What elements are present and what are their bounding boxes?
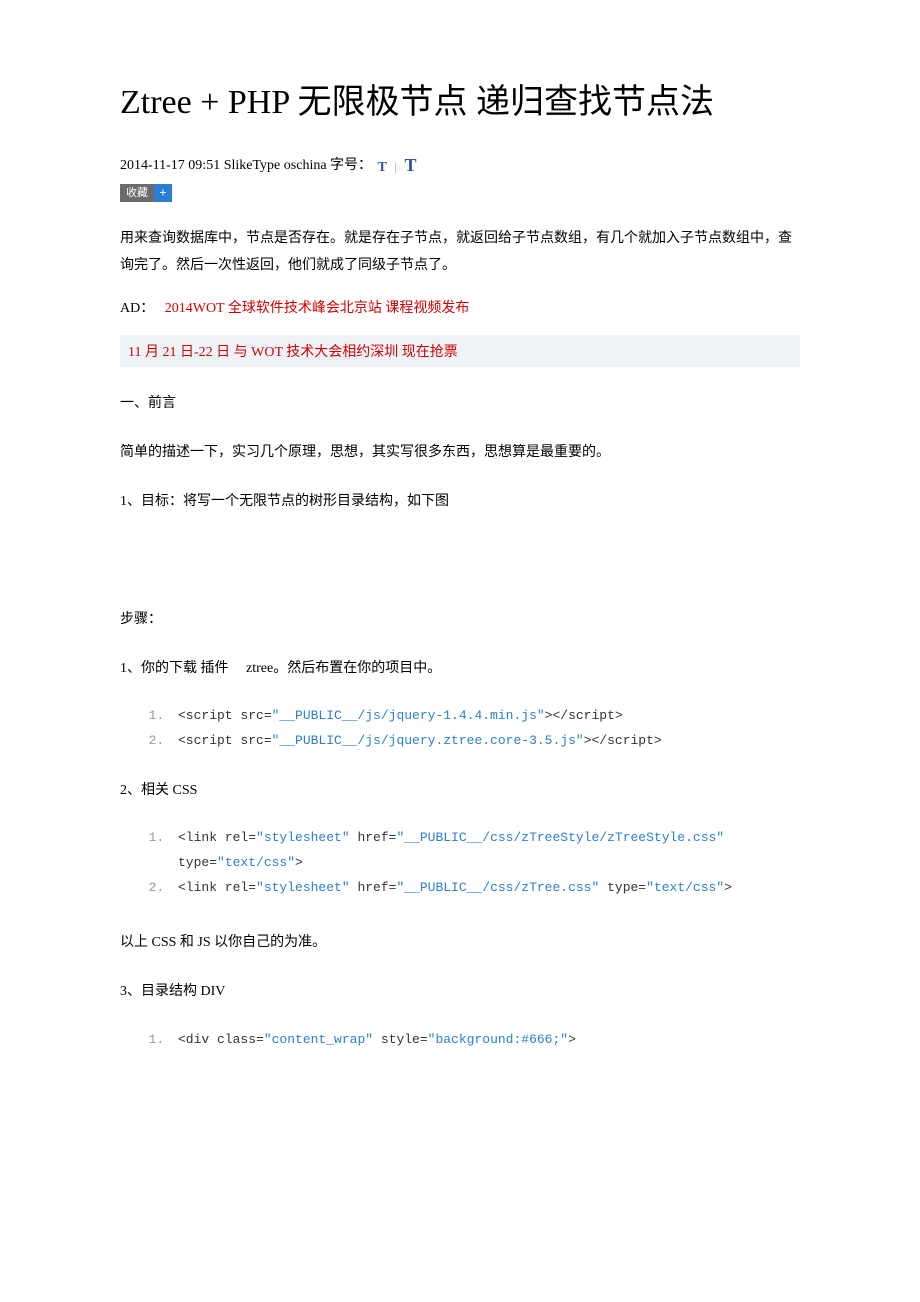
step3-intro: 3、目录结构 DIV	[120, 979, 800, 1006]
code-line: <script src="__PUBLIC__/js/jquery.ztree.…	[172, 729, 800, 754]
article-page: Ztree + PHP 无限极节点 递归查找节点法 2014-11-17 09:…	[0, 0, 920, 1302]
code-string: "stylesheet"	[256, 880, 350, 895]
code-string: "text/css"	[646, 880, 724, 895]
code-text: <div class=	[178, 1032, 264, 1047]
divider: |	[392, 159, 399, 174]
section1-para1: 简单的描述一下，实习几个原理，思想，其实写很多东西，思想算是最重要的。	[120, 440, 800, 467]
code-block-2: <link rel="stylesheet" href="__PUBLIC__/…	[120, 826, 800, 900]
code-string: "__PUBLIC__/js/jquery.ztree.core-3.5.js"	[272, 733, 584, 748]
code-text: >	[724, 880, 732, 895]
article-summary: 用来查询数据库中，节点是否存在。就是存在子节点，就返回给子节点数组，有几个就加入…	[120, 226, 800, 279]
steps-heading: 步骤：	[120, 607, 800, 634]
collect-row: 收藏 +	[120, 182, 800, 202]
step2-intro: 2、相关 CSS	[120, 778, 800, 805]
code-text: href=	[350, 880, 397, 895]
article-meta: 2014-11-17 09:51 SlikeType oschina 字号： T…	[120, 154, 800, 176]
step1-intro: 1、你的下载 插件 ztree。然后布置在你的项目中。	[120, 656, 800, 683]
image-placeholder	[120, 537, 800, 607]
code-string: "__PUBLIC__/js/jquery-1.4.4.min.js"	[272, 708, 545, 723]
code-line: <script src="__PUBLIC__/js/jquery-1.4.4.…	[172, 704, 800, 729]
ad-link[interactable]: 2014WOT 全球软件技术峰会北京站 课程视频发布	[165, 301, 470, 316]
code-string: "background:#666;"	[428, 1032, 568, 1047]
code-text: >	[568, 1032, 576, 1047]
ad-prefix: AD：	[120, 301, 154, 316]
meta-datetime: 2014-11-17 09:51	[120, 158, 220, 173]
code-string: "stylesheet"	[256, 830, 350, 845]
code-line: <div class="content_wrap" style="backgro…	[172, 1028, 800, 1053]
section1-para2: 1、目标：将写一个无限节点的树形目录结构，如下图	[120, 489, 800, 516]
code-text: ></script>	[584, 733, 662, 748]
promo-banner[interactable]: 11 月 21 日-22 日 与 WOT 技术大会相约深圳 现在抢票	[120, 335, 800, 367]
code-text: >	[295, 855, 303, 870]
code-string: "__PUBLIC__/css/zTree.css"	[396, 880, 599, 895]
code-text: type=	[178, 855, 217, 870]
font-size-large-button[interactable]: T	[403, 155, 419, 175]
code-string: "__PUBLIC__/css/zTreeStyle/zTreeStyle.cs…	[396, 830, 724, 845]
code-line: <link rel="stylesheet" href="__PUBLIC__/…	[172, 876, 800, 901]
plus-icon: +	[154, 184, 172, 202]
code-string: "text/css"	[217, 855, 295, 870]
section-heading-1: 一、前言	[120, 391, 800, 418]
code-block-1: <script src="__PUBLIC__/js/jquery-1.4.4.…	[120, 704, 800, 753]
after-css-note: 以上 CSS 和 JS 以你自己的为准。	[120, 930, 800, 957]
font-label: 字号：	[330, 158, 372, 173]
code-text: <link rel=	[178, 830, 256, 845]
code-text: <script src=	[178, 733, 272, 748]
meta-source: oschina	[284, 158, 327, 173]
code-text: ></script>	[545, 708, 623, 723]
code-text: style=	[373, 1032, 428, 1047]
collect-label: 收藏	[120, 184, 154, 202]
code-text: <script src=	[178, 708, 272, 723]
code-text: type=	[599, 880, 646, 895]
code-string: "content_wrap"	[264, 1032, 373, 1047]
promo-text: 11 月 21 日-22 日 与 WOT 技术大会相约深圳 现在抢票	[128, 345, 458, 360]
collect-button[interactable]: 收藏 +	[120, 184, 172, 202]
font-size-small-button[interactable]: T	[376, 160, 389, 175]
code-text: href=	[350, 830, 397, 845]
article-title: Ztree + PHP 无限极节点 递归查找节点法	[120, 80, 800, 126]
code-block-3: <div class="content_wrap" style="backgro…	[120, 1028, 800, 1053]
font-size-controls: T | T	[376, 155, 419, 176]
ad-line: AD： 2014WOT 全球软件技术峰会北京站 课程视频发布	[120, 297, 800, 317]
code-line: <link rel="stylesheet" href="__PUBLIC__/…	[172, 826, 800, 875]
meta-author: SlikeType	[224, 158, 281, 173]
code-text: <link rel=	[178, 880, 256, 895]
